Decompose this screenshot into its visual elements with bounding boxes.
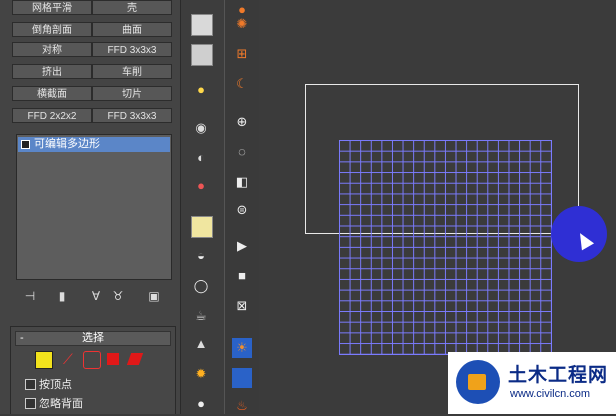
modifier-slice-button[interactable]: 切片 (92, 86, 172, 101)
main-toolbar-strip: ● ◉ ◐ ● ◒ ◯ ☕ ▲ ✹ ● (180, 0, 225, 414)
secondary-toolbar-strip: ● ✺ ⊞ ☾ ⊕ ◌ ◧ ⊜ ▶ ■ ⊠ ☀ ♨ (224, 0, 260, 414)
stack-item-label: 可编辑多边形 (34, 138, 100, 150)
landscape-icon[interactable]: ☀ (232, 338, 252, 358)
moon-sphere-icon[interactable]: ☾ (232, 74, 252, 94)
pin-stack-icon[interactable]: ⊣ (22, 288, 38, 304)
modifier-ffd333b-button[interactable]: FFD 3x3x3 (92, 108, 172, 123)
watermark-title: 土木工程网 (508, 365, 609, 386)
cone-icon[interactable]: ▲ (191, 334, 211, 354)
plane-icon[interactable] (191, 216, 213, 238)
by-vertex-checkbox[interactable] (25, 379, 36, 390)
pattern-sphere-icon[interactable]: ✺ (232, 14, 252, 34)
wave-sphere-icon[interactable]: ◌ (232, 142, 252, 162)
play-icon[interactable]: ▶ (232, 236, 252, 256)
dome-icon[interactable]: ◒ (191, 246, 211, 266)
ring-icon[interactable]: ◯ (191, 276, 211, 296)
configure-sets-icon[interactable]: ▣ (146, 288, 162, 304)
modifier-crosssection-button[interactable]: 横截面 (12, 86, 92, 101)
globe-icon[interactable]: ⊕ (232, 112, 252, 132)
document-icon[interactable] (191, 14, 213, 36)
modifier-extrude-button[interactable]: 挤出 (12, 64, 92, 79)
modifier-meshsmooth-button[interactable]: 网格平滑 (12, 0, 92, 15)
remove-modifier-icon[interactable]: ♉ (110, 288, 126, 304)
light-bulb-icon[interactable]: ● (191, 80, 211, 100)
by-vertex-label: 按顶点 (39, 379, 72, 391)
modifier-symmetry-button[interactable]: 对称 (12, 42, 92, 57)
border-select-icon[interactable] (83, 351, 101, 369)
stop-icon[interactable]: ■ (232, 266, 252, 286)
modifier-ffd333-button[interactable]: FFD 3x3x3 (92, 42, 172, 57)
spreadsheet-icon[interactable] (191, 44, 213, 66)
edge-select-icon[interactable]: ⟋ (63, 351, 79, 367)
selection-rollout-header[interactable]: - 选择 (15, 331, 171, 346)
disc-icon[interactable]: ● (191, 394, 211, 414)
sun-icon[interactable]: ✹ (191, 364, 211, 384)
modifier-surface-button[interactable]: 曲面 (92, 22, 172, 37)
element-select-icon[interactable] (126, 353, 144, 365)
poly-mesh-grid[interactable] (339, 140, 552, 355)
selection-rollout: - 选择 ⟋ 按顶点 忽略背面 (10, 326, 176, 414)
ignore-backfacing-label: 忽略背面 (39, 398, 83, 410)
fire-icon[interactable]: ♨ (232, 396, 252, 416)
render-camera-icon[interactable]: ● (191, 176, 211, 196)
grid-sphere-icon[interactable]: ⊞ (232, 44, 252, 64)
make-unique-icon[interactable]: ∀ (88, 288, 104, 304)
modifier-stack[interactable]: 可编辑多边形 (16, 134, 172, 280)
close-box-icon[interactable]: ⊠ (232, 296, 252, 316)
watermark-logo-icon (456, 360, 500, 404)
stack-toolbar: ⊣ ▮ ∀ ♉ ▣ (16, 286, 176, 306)
water-icon[interactable] (232, 368, 252, 388)
modifier-ffd222-button[interactable]: FFD 2x2x2 (12, 108, 92, 123)
modifier-bevel-profile-button[interactable]: 倒角剖面 (12, 22, 92, 37)
collapse-icon: - (20, 332, 24, 344)
camera-icon[interactable]: ◉ (191, 118, 211, 138)
rollout-title: 选择 (82, 332, 104, 344)
polygon-select-icon[interactable] (107, 353, 119, 365)
watermark-url: www.civilcn.com (510, 388, 591, 400)
expand-icon[interactable] (21, 139, 30, 149)
ignore-backfacing-checkbox[interactable] (25, 398, 36, 409)
sphere-half-icon[interactable]: ◐ (191, 148, 211, 168)
box-sphere-icon[interactable]: ◧ (232, 172, 252, 192)
teapot-icon[interactable]: ☕ (191, 306, 211, 326)
show-end-result-icon[interactable]: ▮ (54, 288, 70, 304)
command-panel: 网格平滑 壳 倒角剖面 曲面 对称 FFD 3x3x3 挤出 车削 横截面 切片… (0, 0, 180, 414)
stack-item-editable-poly[interactable]: 可编辑多边形 (18, 137, 170, 152)
modifier-shell-button[interactable]: 壳 (92, 0, 172, 15)
vertex-select-button[interactable] (35, 351, 53, 369)
modifier-lathe-button[interactable]: 车削 (92, 64, 172, 79)
watermark: 土木工程网 www.civilcn.com (448, 352, 616, 414)
stripe-sphere-icon[interactable]: ⊜ (232, 200, 252, 220)
